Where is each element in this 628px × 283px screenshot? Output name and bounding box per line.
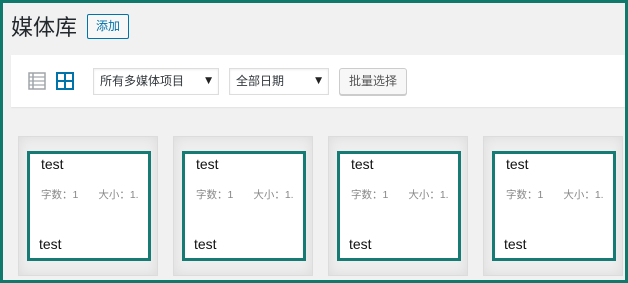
grid-view-icon[interactable] xyxy=(55,71,75,91)
attachment-preview: test 字数：1 大小：1. test xyxy=(27,151,151,261)
attachment-footer: test xyxy=(39,236,62,252)
attachment-footer: test xyxy=(194,236,217,252)
word-count: 字数：1 xyxy=(506,189,544,201)
word-count: 字数：1 xyxy=(351,189,389,201)
attachment-meta: 字数：1 大小：1. xyxy=(351,187,449,202)
word-count: 字数：1 xyxy=(41,189,79,201)
file-size: 大小：1. xyxy=(408,189,449,201)
attachment-item[interactable]: test 字数：1 大小：1. test xyxy=(483,136,623,276)
add-new-button[interactable]: 添加 xyxy=(87,13,130,39)
word-count: 字数：1 xyxy=(196,189,234,201)
chevron-down-icon: ▼ xyxy=(315,75,322,86)
bulk-select-button[interactable]: 批量选择 xyxy=(339,67,408,95)
date-filter-value: 全部日期 xyxy=(236,73,285,88)
attachment-title: test xyxy=(351,156,374,172)
attachment-meta: 字数：1 大小：1. xyxy=(506,187,604,202)
view-mode-switch xyxy=(27,71,75,91)
attachment-preview: test 字数：1 大小：1. test xyxy=(182,151,306,261)
media-library-frame: 媒体库 添加 所有多媒体项目 ▼ 全部日期 ▼ 批量选择 test 字数：1 大… xyxy=(0,0,628,283)
file-size: 大小：1. xyxy=(253,189,294,201)
media-type-filter[interactable]: 所有多媒体项目 ▼ xyxy=(93,67,219,95)
attachment-meta: 字数：1 大小：1. xyxy=(41,187,139,202)
attachment-title: test xyxy=(41,156,64,172)
attachment-footer: test xyxy=(349,236,372,252)
file-size: 大小：1. xyxy=(98,189,139,201)
attachment-title: test xyxy=(196,156,219,172)
attachment-meta: 字数：1 大小：1. xyxy=(196,187,294,202)
file-size: 大小：1. xyxy=(563,189,604,201)
attachment-preview: test 字数：1 大小：1. test xyxy=(492,151,616,261)
attachment-footer: test xyxy=(504,236,527,252)
media-toolbar: 所有多媒体项目 ▼ 全部日期 ▼ 批量选择 xyxy=(11,55,625,107)
list-view-icon[interactable] xyxy=(27,71,47,91)
attachments-grid: test 字数：1 大小：1. test test 字数：1 大小：1. test … xyxy=(18,136,625,276)
attachment-title: test xyxy=(506,156,529,172)
media-type-filter-value: 所有多媒体项目 xyxy=(100,73,185,88)
attachment-item[interactable]: test 字数：1 大小：1. test xyxy=(18,136,158,276)
attachment-item[interactable]: test 字数：1 大小：1. test xyxy=(328,136,468,276)
date-filter[interactable]: 全部日期 ▼ xyxy=(229,67,329,95)
attachment-item[interactable]: test 字数：1 大小：1. test xyxy=(173,136,313,276)
page-header: 媒体库 添加 xyxy=(11,9,130,43)
attachment-preview: test 字数：1 大小：1. test xyxy=(337,151,461,261)
chevron-down-icon: ▼ xyxy=(205,75,212,86)
page-title: 媒体库 xyxy=(11,16,78,41)
